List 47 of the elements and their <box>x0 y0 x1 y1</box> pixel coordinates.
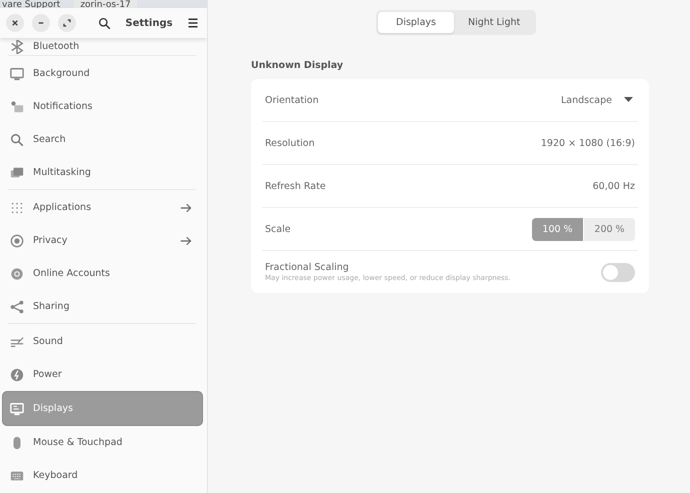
accounts-icon <box>10 266 24 280</box>
notification-icon <box>10 100 24 114</box>
dot-grid-icon <box>10 200 24 214</box>
search-icon <box>98 16 111 30</box>
bluetooth-icon <box>10 40 24 54</box>
sidebar-item[interactable]: Sound <box>8 325 196 358</box>
menu-icon <box>187 17 199 29</box>
section-title: Unknown Display <box>251 60 344 71</box>
row-label: Refresh Rate <box>265 180 326 192</box>
sidebar-item[interactable]: Multitasking <box>8 156 196 189</box>
sidebar-item[interactable]: Mouse & Touchpad <box>8 426 196 459</box>
windows-icon <box>10 166 24 180</box>
row-label: Resolution <box>265 138 315 148</box>
sidebar-item[interactable]: Bluetooth <box>8 38 196 55</box>
sliders-icon <box>10 334 24 348</box>
sidebar-item[interactable]: Notifications <box>8 90 196 123</box>
close-button[interactable] <box>6 14 24 32</box>
sidebar-item[interactable]: Online Accounts <box>8 257 196 290</box>
row-value: 60,00 Hz <box>592 180 635 192</box>
keyboard-icon <box>10 468 24 482</box>
scale-option[interactable]: 200 % <box>584 218 635 240</box>
sidebar-item[interactable]: Privacy <box>8 224 196 257</box>
search-icon <box>10 132 24 146</box>
sidebar-item[interactable]: Keyboard <box>8 459 196 492</box>
sidebar-item[interactable]: Background <box>8 57 196 90</box>
row-label: Orientation <box>265 94 319 106</box>
row-label: Scale <box>265 224 291 234</box>
tab[interactable]: Night Light <box>454 12 534 33</box>
window-title: Settings <box>124 18 174 28</box>
row-value: 1920 × 1080 (16:9) <box>540 138 635 148</box>
maximize-icon <box>61 17 73 29</box>
toggle-switch[interactable] <box>601 262 635 282</box>
sidebar-item[interactable]: Search <box>8 123 196 156</box>
privacy-icon <box>10 234 24 248</box>
monitor-icon <box>10 66 24 80</box>
tab[interactable]: Displays <box>378 12 454 33</box>
sidebar-item[interactable]: Applications <box>8 191 196 224</box>
background-text: vare Support <box>2 0 60 10</box>
orientation-dropdown[interactable]: Landscape <box>560 94 635 106</box>
row-label: Fractional Scaling <box>265 262 350 273</box>
caret-icon <box>624 97 633 103</box>
sidebar-item[interactable]: Sharing <box>8 290 196 323</box>
maximize-button[interactable] <box>58 14 76 32</box>
share-icon <box>10 300 24 314</box>
power-icon <box>10 368 24 382</box>
sidebar-item[interactable]: Power <box>8 358 196 391</box>
display-icon <box>10 402 24 416</box>
